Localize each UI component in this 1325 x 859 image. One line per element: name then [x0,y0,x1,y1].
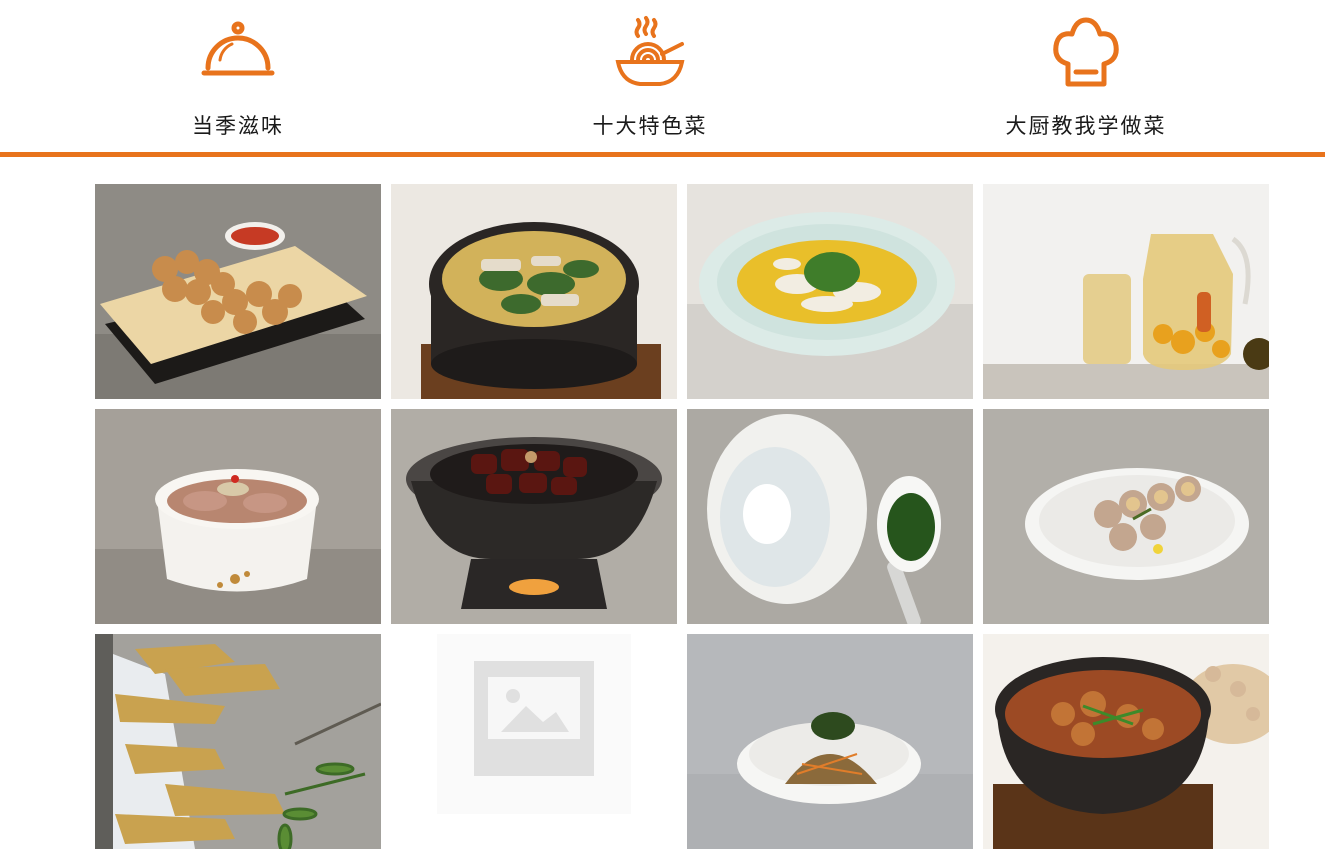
fried-balls-dish-image [95,184,381,399]
chef-hat-icon [1053,17,1119,87]
chestnut-plate-image [983,409,1269,624]
dish-tile[interactable] [95,409,381,624]
nav-label: 大厨教我学做菜 [1005,114,1167,138]
image-placeholder-icon [391,634,677,849]
dish-tile[interactable] [687,409,973,624]
nav-label: 当季滋味 [192,114,284,138]
dish-tile[interactable] [391,409,677,624]
braised-pork-pot-image [391,409,677,624]
fish-soup-bowl-image [687,184,973,399]
dish-tile[interactable] [95,634,381,849]
dish-tile[interactable] [983,409,1269,624]
nav-item-top-ten[interactable]: 十大特色菜 [500,0,800,152]
dish-tile[interactable] [983,184,1269,399]
noodle-bowl-icon [615,16,685,86]
dish-tile[interactable] [391,634,677,849]
stew-clay-pot-image [983,634,1269,849]
dish-tile[interactable] [95,184,381,399]
nav-label: 十大特色菜 [592,114,708,138]
dish-tile[interactable] [983,634,1269,849]
dumpling-spoon-image [687,409,973,624]
dish-tile[interactable] [391,184,677,399]
dish-tile[interactable] [687,184,973,399]
clay-pot-greens-soup-image [391,184,677,399]
nav-item-chef-class[interactable]: 大厨教我学做菜 [936,0,1236,152]
dish-gallery [95,184,1269,849]
nav-divider [0,152,1325,157]
dish-tile[interactable] [687,634,973,849]
noodle-salad-bowl-image [687,634,973,849]
bamboo-shoots-image [95,634,381,849]
fruit-tea-jug-image [983,184,1269,399]
top-nav: 当季滋味 十大特色菜 大厨教我学做菜 [0,0,1325,152]
nav-item-seasonal[interactable]: 当季滋味 [88,0,388,152]
sliced-meat-bowl-image [95,409,381,624]
cloche-icon [201,21,275,76]
